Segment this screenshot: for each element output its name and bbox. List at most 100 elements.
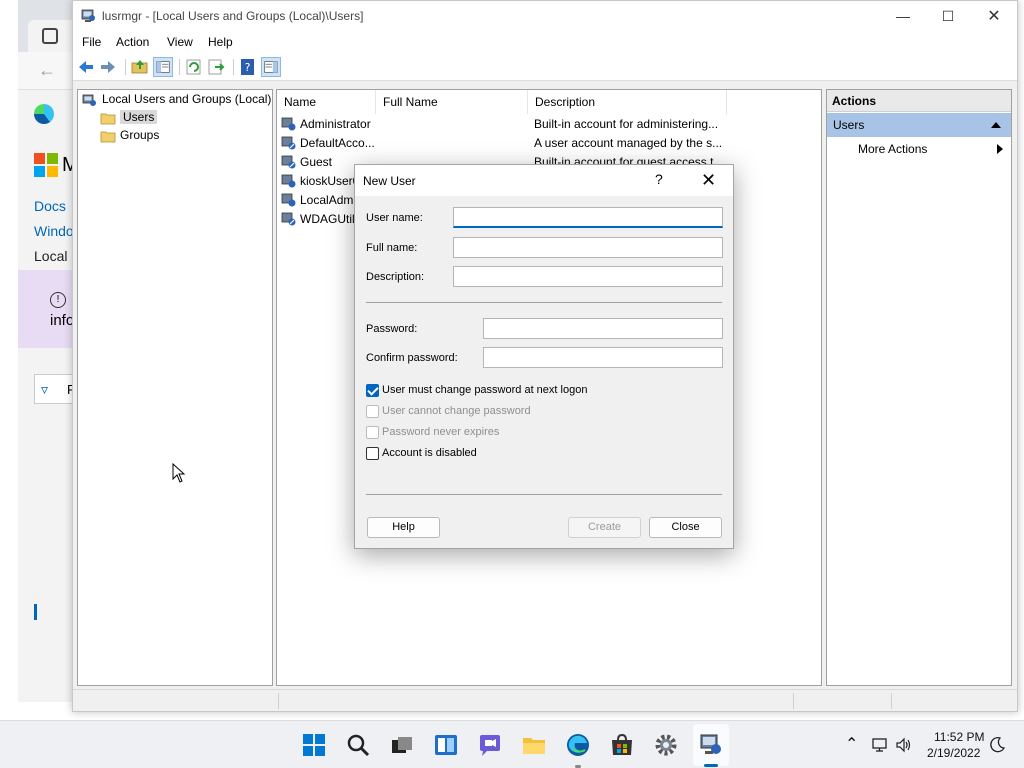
description-input[interactable] xyxy=(453,266,723,287)
checkbox-disabled-icon[interactable] xyxy=(366,405,379,418)
notifications-moon-icon[interactable] xyxy=(988,736,1006,754)
user-name: Administrator xyxy=(300,117,371,131)
active-indicator xyxy=(704,764,718,767)
tree-item-groups[interactable]: Groups xyxy=(100,126,159,144)
dialog-titlebar[interactable]: New User ? ✕ xyxy=(355,165,733,196)
tree-root[interactable]: Local Users and Groups (Local) xyxy=(82,90,271,108)
svg-text:?: ? xyxy=(245,61,251,74)
back-arrow-icon[interactable]: ← xyxy=(38,60,56,81)
minimize-button[interactable]: — xyxy=(880,1,926,32)
taskbar: ⌃ 11:52 PM 2/19/2022 xyxy=(0,720,1024,768)
create-button[interactable]: Create xyxy=(568,517,641,538)
help-icon[interactable]: ? xyxy=(238,57,258,77)
tree-item-users[interactable]: Users xyxy=(100,108,158,126)
account-disabled-label: Account is disabled xyxy=(382,447,477,459)
checkbox-disabled-icon[interactable] xyxy=(366,426,379,439)
more-actions-item[interactable]: More Actions xyxy=(858,142,927,156)
edge-logo-icon xyxy=(34,104,54,124)
table-row[interactable]: Administrator Built-in account for admin… xyxy=(277,115,821,134)
settings-gear-icon[interactable] xyxy=(653,732,679,758)
user-disabled-icon xyxy=(281,155,296,169)
forward-icon[interactable] xyxy=(98,57,118,77)
window-title: lusrmgr - [Local Users and Groups (Local… xyxy=(102,9,364,23)
user-icon xyxy=(281,117,296,131)
password-input[interactable] xyxy=(483,318,723,339)
user-disabled-icon xyxy=(281,136,296,150)
column-header-description[interactable]: Description xyxy=(528,90,727,114)
actions-section-users[interactable]: Users xyxy=(827,113,1011,137)
user-icon xyxy=(281,174,296,188)
menu-help[interactable]: Help xyxy=(208,35,233,49)
user-name: LocalAdmi xyxy=(300,193,357,207)
user-name: WDAGUtili xyxy=(300,212,358,226)
back-icon[interactable] xyxy=(76,57,96,77)
folder-icon xyxy=(100,131,116,143)
edge-browser-icon[interactable] xyxy=(565,732,591,758)
close-window-button[interactable]: ✕ xyxy=(971,1,1017,32)
lusrmgr-app-icon xyxy=(81,9,95,22)
checkbox-unchecked-icon[interactable] xyxy=(366,447,379,460)
docs-link[interactable]: Docs xyxy=(34,198,66,214)
microsoft-logo-icon xyxy=(34,153,58,177)
user-description: A user account managed by the s... xyxy=(534,136,723,150)
description-label: Description: xyxy=(366,271,425,283)
table-row[interactable]: DefaultAcco... A user account managed by… xyxy=(277,134,821,153)
must-change-password-checkbox[interactable]: User must change password at next logon xyxy=(366,384,606,398)
up-folder-icon[interactable] xyxy=(130,57,150,77)
user-name-input[interactable] xyxy=(453,207,723,228)
menu-view[interactable]: View xyxy=(167,35,193,49)
dialog-help-button[interactable]: ? xyxy=(655,171,663,187)
show-hide-tree-icon[interactable] xyxy=(153,57,173,77)
user-disabled-icon xyxy=(281,212,296,226)
user-name-label: User name: xyxy=(366,212,423,224)
checkbox-checked-icon[interactable] xyxy=(366,384,379,397)
user-name: Guest xyxy=(300,155,333,169)
mouse-cursor-icon xyxy=(172,463,186,483)
network-icon[interactable] xyxy=(871,736,889,754)
browser-tab[interactable] xyxy=(28,20,77,52)
maximize-button[interactable]: ☐ xyxy=(925,1,971,32)
search-icon[interactable] xyxy=(345,732,371,758)
column-header-name[interactable]: Name xyxy=(277,90,376,114)
status-bar xyxy=(73,689,1017,711)
actions-section-label: Users xyxy=(833,118,865,132)
submenu-arrow-icon[interactable] xyxy=(997,144,1003,154)
tree-root-label: Local Users and Groups (Local) xyxy=(102,92,272,106)
lusrmgr-taskbar-icon[interactable] xyxy=(698,732,724,758)
cannot-change-password-checkbox[interactable]: User cannot change password xyxy=(366,405,606,419)
menu-action[interactable]: Action xyxy=(116,35,149,49)
toolbar: ? xyxy=(73,54,1017,81)
menu-file[interactable]: File xyxy=(82,35,101,49)
widgets-icon[interactable] xyxy=(433,732,459,758)
refresh-icon[interactable] xyxy=(184,57,204,77)
windows-link[interactable]: Windo xyxy=(34,223,74,239)
chat-icon[interactable] xyxy=(477,732,503,758)
menubar: File Action View Help xyxy=(73,32,1017,54)
close-button[interactable]: Close xyxy=(649,517,722,538)
folder-icon xyxy=(100,113,116,125)
file-explorer-icon[interactable] xyxy=(521,732,547,758)
task-view-icon[interactable] xyxy=(389,732,415,758)
clock-time[interactable]: 11:52 PM xyxy=(934,730,984,744)
cannot-change-password-label: User cannot change password xyxy=(382,405,531,417)
microsoft-store-icon[interactable] xyxy=(609,732,635,758)
dialog-close-icon[interactable]: ✕ xyxy=(701,170,716,191)
window-titlebar[interactable]: lusrmgr - [Local Users and Groups (Local… xyxy=(73,1,1017,32)
password-never-expires-checkbox[interactable]: Password never expires xyxy=(366,426,606,440)
start-windows-icon[interactable] xyxy=(301,732,327,758)
volume-icon[interactable] xyxy=(895,736,913,754)
export-list-icon[interactable] xyxy=(206,57,226,77)
confirm-password-input[interactable] xyxy=(483,347,723,368)
help-button[interactable]: Help xyxy=(367,517,440,538)
column-header-full-name[interactable]: Full Name xyxy=(376,90,528,114)
blue-marker xyxy=(34,604,37,620)
new-user-dialog: New User ? ✕ User name: Full name: Descr… xyxy=(354,164,734,549)
filter-icon: ▿ xyxy=(41,381,49,397)
account-disabled-checkbox[interactable]: Account is disabled xyxy=(366,447,606,461)
collapse-up-icon[interactable] xyxy=(991,122,1001,128)
clock-date[interactable]: 2/19/2022 xyxy=(927,746,980,760)
show-hide-action-pane-icon[interactable] xyxy=(261,57,281,77)
show-hidden-icons-chevron-up-icon[interactable]: ⌃ xyxy=(845,734,858,754)
full-name-input[interactable] xyxy=(453,237,723,258)
browser-addressbar: ← xyxy=(18,52,77,90)
